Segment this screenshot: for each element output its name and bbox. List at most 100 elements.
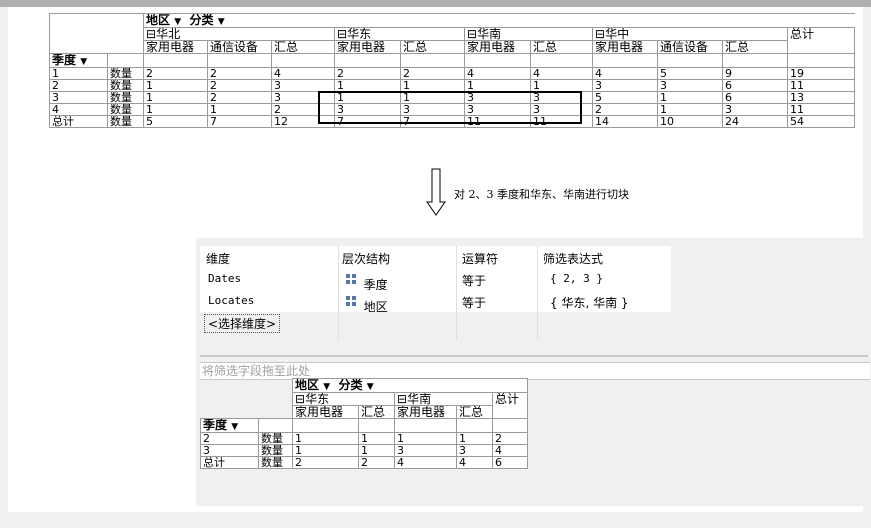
- value-cell: 2: [207, 67, 272, 80]
- column-divider: [456, 246, 457, 340]
- column-divider: [338, 246, 339, 340]
- select-dimension-dropdown[interactable]: <选择维度>: [204, 314, 281, 333]
- value-cell: 3: [592, 79, 658, 92]
- category-filter-dropdown[interactable]: 分类 ▼: [338, 380, 373, 392]
- category-filter-dropdown[interactable]: 分类 ▼: [189, 15, 224, 27]
- value-cell: 1: [143, 103, 208, 116]
- down-arrow-icon: [426, 168, 446, 216]
- region-header-south[interactable]: ⊟华南: [394, 392, 493, 406]
- value-cell: 13: [786, 91, 856, 104]
- value-cell: 4: [271, 67, 335, 80]
- collapse-icon[interactable]: ⊟: [146, 29, 156, 40]
- region-header-central[interactable]: ⊟华中: [592, 27, 788, 41]
- measure-label: 数量: [258, 456, 293, 469]
- column-header: 家用电器: [464, 40, 531, 54]
- pivot-table-body: 2 数量 1 1 1 1 2 3 数量 1 1 3 3 4 总计 数量 2 2 4 4 6: [200, 432, 529, 469]
- value-cell: 3: [657, 79, 723, 92]
- value-cell: 54: [786, 115, 856, 128]
- filter-dimension[interactable]: Dates: [208, 272, 241, 285]
- collapse-icon[interactable]: ⊟: [595, 29, 605, 40]
- slice-annotation: 对 2、3 季度和华东、华南进行切块: [454, 188, 629, 201]
- collapse-icon[interactable]: ⊟: [295, 394, 305, 405]
- window-bottom-border: [0, 512, 871, 528]
- table-row: 4 数量 1 1 2 3 3 3 3 2 1 3 11: [49, 103, 856, 116]
- row-label: 总计: [49, 115, 108, 128]
- value-cell: 3: [530, 103, 593, 116]
- row-label: 总计: [200, 456, 259, 469]
- region-filter-dropdown[interactable]: 地区 ▼: [295, 380, 331, 392]
- table-row: 总计 数量 2 2 4 4 6: [200, 456, 529, 469]
- value-cell: 1: [334, 79, 401, 92]
- window-top-bar: [0, 0, 871, 7]
- value-cell: 3: [394, 444, 457, 457]
- value-cell: 1: [657, 91, 723, 104]
- region-header-east[interactable]: ⊟华东: [292, 392, 395, 406]
- grand-total-header: 总计: [786, 27, 856, 54]
- value-cell: 1: [400, 91, 465, 104]
- measure-label: 数量: [258, 432, 293, 445]
- chevron-down-icon: ▼: [323, 382, 331, 392]
- filter-expression[interactable]: { 2, 3 }: [550, 272, 603, 285]
- pivot-table-body: 1 数量 2 2 4 2 2 4 4 4 5 9 19 2 数量 1 2 3 1 1 1 1 3 3 6 11 3 数量 1 2 3 1 1 3 3…: [49, 67, 856, 128]
- table-row: 1 数量 2 2 4 2 2 4 4 4 5 9 19: [49, 67, 856, 80]
- grand-total-header: 总计: [491, 392, 529, 419]
- quarter-row-filter-dropdown[interactable]: 季度 ▼: [49, 53, 108, 68]
- value-cell: 10: [657, 115, 723, 128]
- value-cell: 5: [657, 67, 723, 80]
- filter-operator[interactable]: 等于: [462, 294, 486, 311]
- chevron-down-icon: ▼: [231, 422, 239, 432]
- quarter-row-filter-dropdown[interactable]: 季度 ▼: [200, 418, 259, 433]
- value-cell: 1: [464, 79, 531, 92]
- row-label: 2: [49, 79, 108, 92]
- filter-dimension[interactable]: Locates: [208, 294, 254, 307]
- filter-operator[interactable]: 等于: [462, 272, 486, 289]
- pivot-column-filters: 地区 ▼ 分类 ▼: [291, 378, 529, 393]
- filter-expression[interactable]: { 华东, 华南 }: [550, 294, 629, 311]
- header-operator: 运算符: [462, 252, 499, 266]
- value-cell: 4: [491, 444, 529, 457]
- column-header: 汇总: [456, 405, 493, 419]
- column-header: 家用电器: [334, 40, 401, 54]
- table-row: 2 数量 1 2 3 1 1 1 1 3 3 6 11: [49, 79, 856, 92]
- filter-row-locates[interactable]: Locates 地区 等于 { 华东, 华南 }: [200, 290, 671, 314]
- value-cell: 4: [456, 456, 493, 469]
- chevron-down-icon: ▼: [174, 17, 182, 27]
- pivot-table-original: 地区 ▼ 分类 ▼ ⊟华北 ⊟华东 ⊟华南 ⊟华中 总计 家用电器 通信设备 汇…: [49, 13, 856, 128]
- measure-label: 数量: [107, 91, 144, 104]
- column-header: 汇总: [358, 405, 395, 419]
- measure-label: 数量: [107, 67, 144, 80]
- collapse-icon[interactable]: ⊟: [467, 29, 477, 40]
- column-header: 家用电器: [592, 40, 658, 54]
- region-header-south[interactable]: ⊟华南: [464, 27, 593, 41]
- value-cell: 6: [722, 91, 788, 104]
- value-cell: 2: [358, 456, 395, 469]
- region-filter-dropdown[interactable]: 地区 ▼: [146, 15, 182, 27]
- value-cell: 3: [530, 91, 593, 104]
- value-cell: 1: [358, 432, 395, 445]
- value-cell: 2: [271, 103, 335, 116]
- region-header-east[interactable]: ⊟华东: [334, 27, 465, 41]
- value-cell: 7: [400, 115, 465, 128]
- value-cell: 2: [400, 67, 465, 80]
- value-cell: 2: [207, 91, 272, 104]
- region-header-north[interactable]: ⊟华北: [143, 27, 335, 41]
- value-cell: 5: [592, 91, 658, 104]
- table-row: 总计 数量 5 7 12 7 7 11 11 14 10 24 54: [49, 115, 856, 128]
- value-cell: 1: [292, 432, 359, 445]
- value-cell: 2: [334, 67, 401, 80]
- filter-row-new[interactable]: <选择维度>: [200, 312, 671, 334]
- collapse-icon[interactable]: ⊟: [397, 394, 407, 405]
- filter-hierarchy[interactable]: 地区: [346, 294, 388, 314]
- column-header: 家用电器: [394, 405, 457, 419]
- pivot-corner: [201, 379, 293, 419]
- value-cell: 4: [464, 67, 531, 80]
- value-cell: 1: [143, 79, 208, 92]
- value-cell: 4: [530, 67, 593, 80]
- collapse-icon[interactable]: ⊟: [337, 29, 347, 40]
- filter-row-dates[interactable]: Dates 季度 等于 { 2, 3 }: [200, 268, 671, 292]
- row-label: 4: [49, 103, 108, 116]
- measure-label: 数量: [107, 103, 144, 116]
- value-cell: 5: [143, 115, 208, 128]
- header-hierarchy: 层次结构: [342, 252, 391, 266]
- filter-hierarchy[interactable]: 季度: [346, 272, 388, 292]
